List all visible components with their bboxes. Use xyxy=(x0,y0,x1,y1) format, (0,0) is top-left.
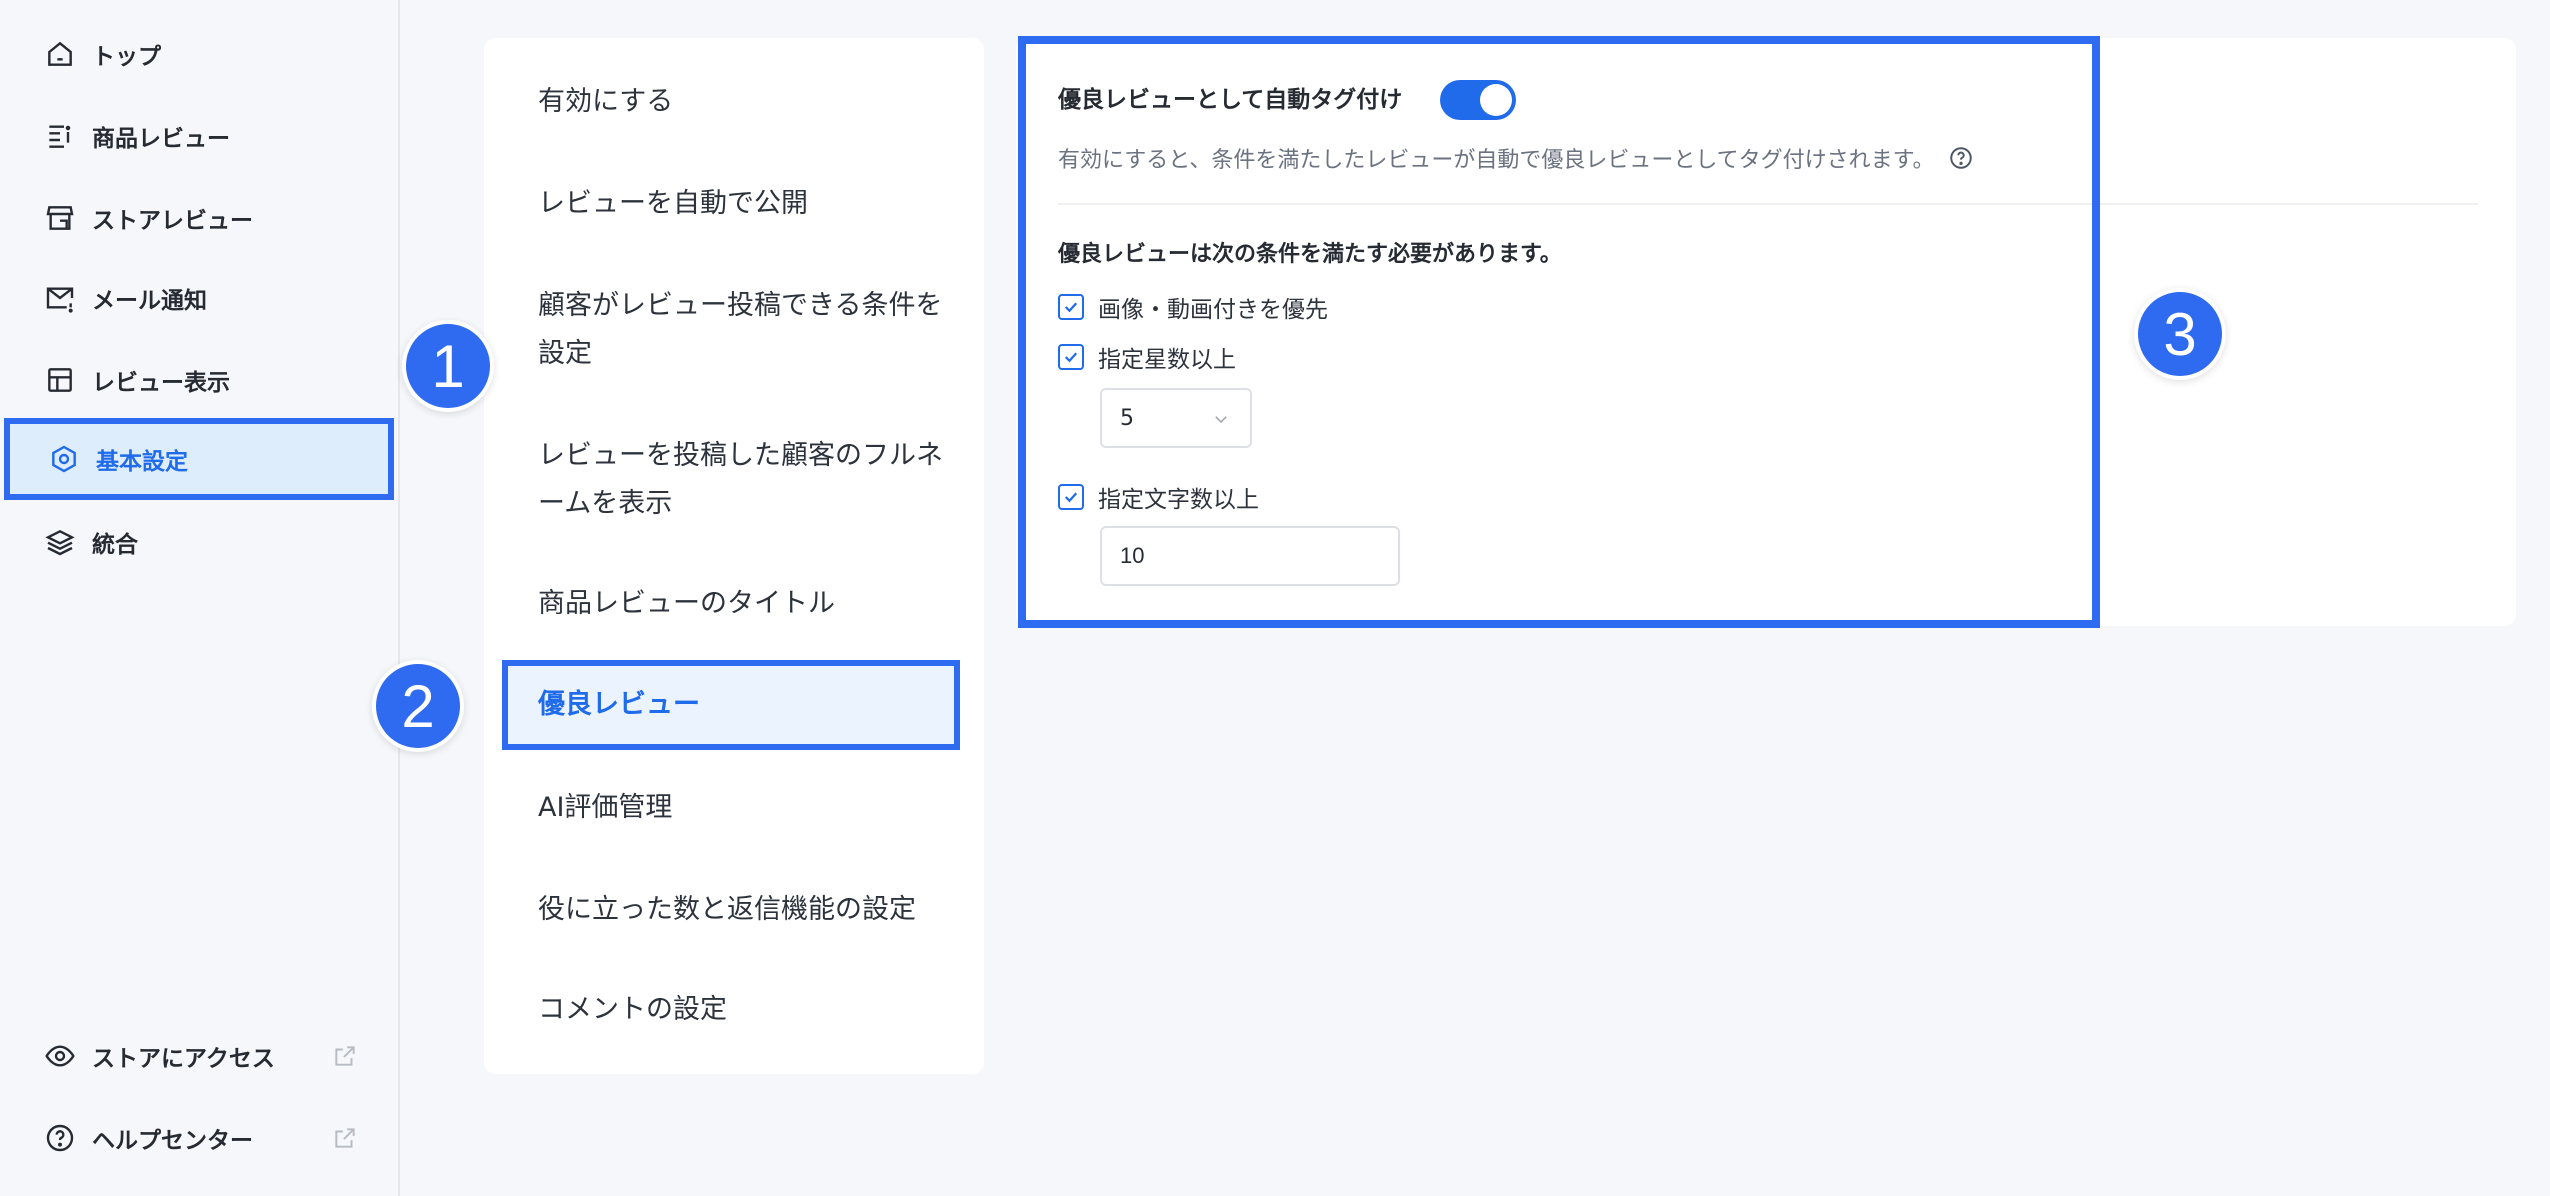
callout-badge-1: 1 xyxy=(402,320,494,412)
sidebar-item-label: トップ xyxy=(92,44,161,70)
check-icon xyxy=(1064,352,1078,363)
sidebar-item-label: ヘルプセンター xyxy=(92,1128,253,1154)
sidebar-item-label: ストアにアクセス xyxy=(92,1046,275,1072)
auto-tag-title: 優良レビューとして自動タグ付け xyxy=(1058,87,1403,113)
help-icon[interactable] xyxy=(1948,145,1974,171)
callout-badge-2: 2 xyxy=(372,660,464,752)
menu-item-comments[interactable]: コメントの設定 xyxy=(538,986,958,1034)
menu-item-enable[interactable]: 有効にする xyxy=(538,78,958,126)
sidebar: トップ 商品レビュー ストアレビュー メール通知 レビュー表示 基本設定 統合 … xyxy=(0,0,400,1196)
sidebar-item-visit-store[interactable]: ストアにアクセス xyxy=(0,1016,400,1096)
settings-icon xyxy=(46,441,82,477)
auto-tag-description: 有効にすると、条件を満たしたレビューが自動で優良レビューとしてタグ付けされます。 xyxy=(1058,142,1974,174)
toggle-knob xyxy=(1480,84,1512,116)
home-icon xyxy=(42,36,78,72)
condition-label: 指定文字数以上 xyxy=(1098,487,1259,513)
eye-icon xyxy=(42,1038,78,1074)
sidebar-item-store-reviews[interactable]: ストアレビュー xyxy=(0,178,400,258)
layers-icon xyxy=(42,524,78,560)
menu-item-label: 優良レビュー xyxy=(538,689,700,720)
sidebar-item-top[interactable]: トップ xyxy=(0,14,400,94)
mail-icon xyxy=(42,280,78,316)
select-value: 5 xyxy=(1120,405,1134,431)
sidebar-item-review-display[interactable]: レビュー表示 xyxy=(0,340,400,420)
condition-media-priority[interactable]: 画像・動画付きを優先 xyxy=(1058,290,1328,324)
condition-label: 画像・動画付きを優先 xyxy=(1098,297,1328,323)
condition-min-chars[interactable]: 指定文字数以上 xyxy=(1058,480,1259,514)
menu-item-review-conditions[interactable]: 顧客がレビュー投稿できる条件を設定 xyxy=(538,282,958,378)
checkbox-media-priority[interactable] xyxy=(1058,294,1084,320)
sidebar-item-label: 商品レビュー xyxy=(92,126,230,152)
sidebar-item-help-center[interactable]: ヘルプセンター xyxy=(0,1098,400,1178)
sidebar-item-label: 基本設定 xyxy=(96,449,188,475)
sidebar-item-integration[interactable]: 統合 xyxy=(0,502,400,582)
sidebar-item-label: レビュー表示 xyxy=(92,370,230,396)
sidebar-item-label: 統合 xyxy=(92,532,138,558)
check-icon xyxy=(1064,492,1078,503)
divider xyxy=(1058,203,2478,205)
sidebar-item-label: メール通知 xyxy=(92,288,207,314)
sidebar-item-label: ストアレビュー xyxy=(92,208,253,234)
conditions-title: 優良レビューは次の条件を満たす必要があります。 xyxy=(1058,242,1562,267)
menu-item-full-name[interactable]: レビューを投稿した顧客のフルネームを表示 xyxy=(538,432,958,528)
settings-menu: 有効にする レビューを自動で公開 顧客がレビュー投稿できる条件を設定 レビューを… xyxy=(484,38,984,1074)
menu-item-helpful-reply[interactable]: 役に立った数と返信機能の設定 xyxy=(538,886,958,934)
menu-item-review-title[interactable]: 商品レビューのタイトル xyxy=(538,580,958,628)
sidebar-item-basic-settings[interactable]: 基本設定 xyxy=(4,418,394,500)
description-text: 有効にすると、条件を満たしたレビューが自動で優良レビューとしてタグ付けされます。 xyxy=(1058,148,1935,173)
sidebar-item-mail-notifications[interactable]: メール通知 xyxy=(0,258,400,338)
help-circle-icon xyxy=(42,1120,78,1156)
sidebar-item-product-reviews[interactable]: 商品レビュー xyxy=(0,96,400,176)
condition-label: 指定星数以上 xyxy=(1098,347,1236,373)
condition-min-stars[interactable]: 指定星数以上 xyxy=(1058,340,1236,374)
menu-item-ai-rating[interactable]: AI評価管理 xyxy=(538,784,958,832)
checkbox-min-chars[interactable] xyxy=(1058,484,1084,510)
checkbox-min-stars[interactable] xyxy=(1058,344,1084,370)
layout-icon xyxy=(42,362,78,398)
chevron-down-icon xyxy=(1215,416,1227,424)
menu-item-quality-reviews[interactable]: 優良レビュー xyxy=(502,660,960,750)
check-icon xyxy=(1064,302,1078,313)
external-link-icon xyxy=(332,1125,358,1151)
callout-badge-3: 3 xyxy=(2134,288,2226,380)
menu-item-auto-publish[interactable]: レビューを自動で公開 xyxy=(538,180,958,228)
store-icon xyxy=(42,200,78,236)
min-chars-input[interactable] xyxy=(1100,526,1400,586)
review-list-icon xyxy=(42,118,78,154)
external-link-icon xyxy=(332,1043,358,1069)
min-stars-select[interactable]: 5 xyxy=(1100,388,1252,448)
auto-tag-toggle[interactable] xyxy=(1440,80,1516,120)
